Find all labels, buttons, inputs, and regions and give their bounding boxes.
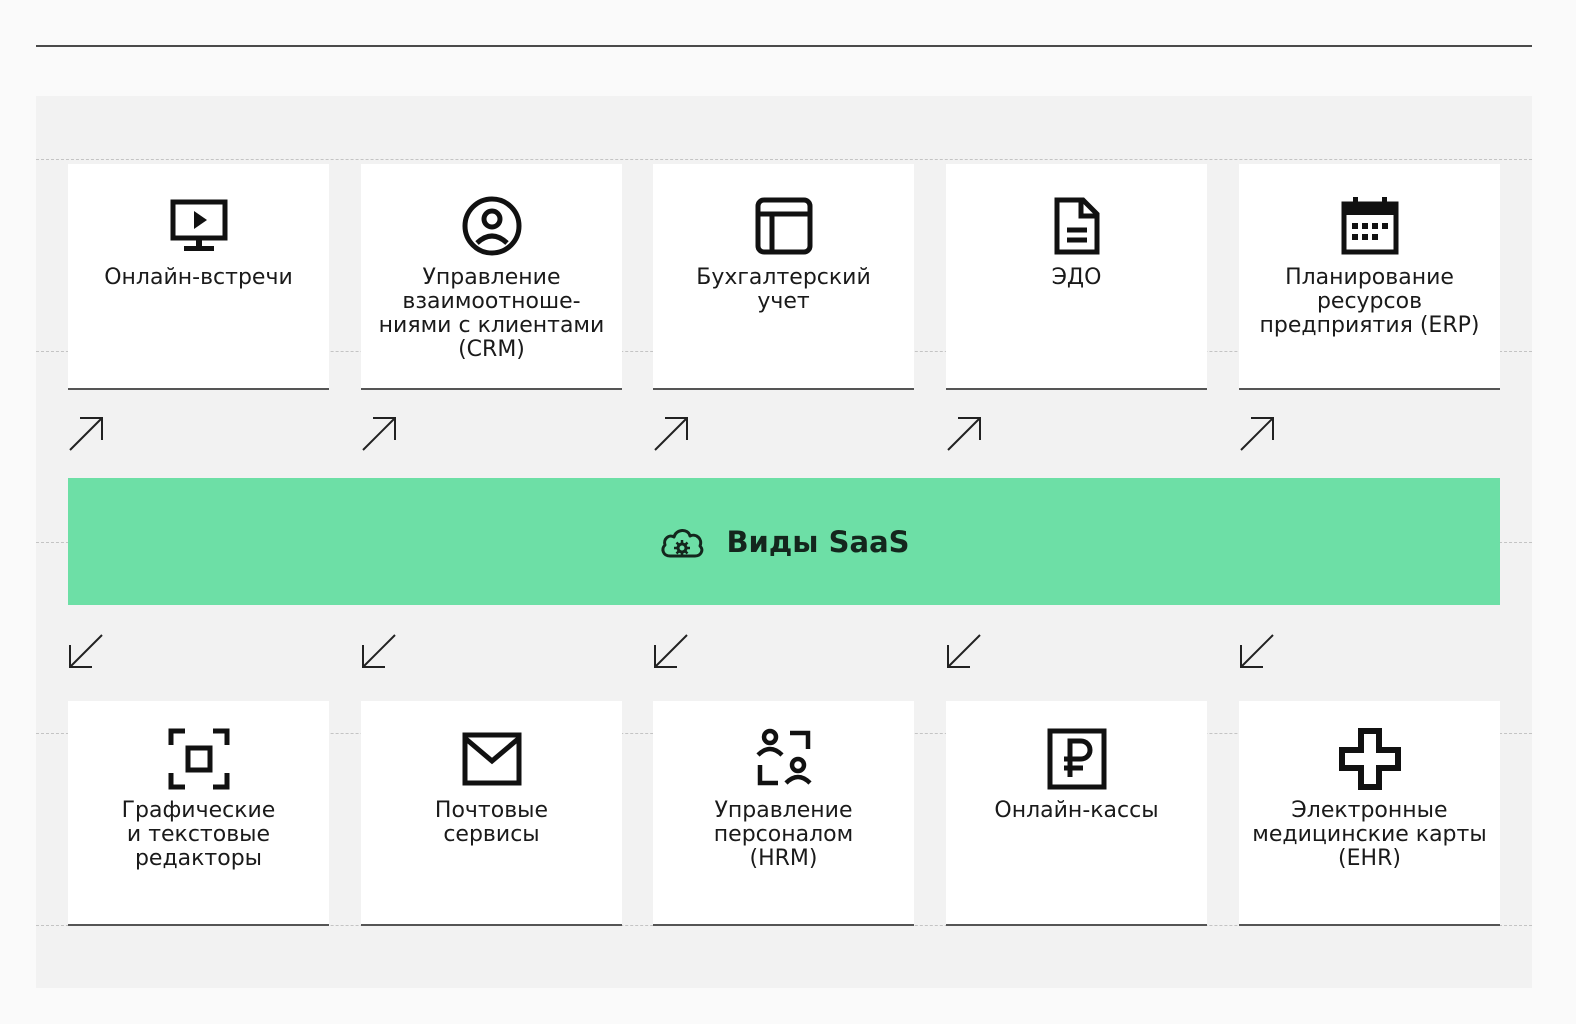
arrow-up-right-icon — [1240, 417, 1274, 451]
arrow-up-right-icon — [362, 417, 396, 451]
card-mail: Почтовые сервисы — [361, 701, 622, 926]
card-label: Графические и текстовые редакторы — [121, 798, 276, 871]
card-accounting: Бухгалтерский учет — [653, 164, 914, 390]
card-label: Планирование ресурсов предприятия (ERP) — [1259, 265, 1480, 338]
arrow-up-right-icon — [654, 417, 688, 451]
arrow-down-left-icon — [654, 634, 688, 668]
arrow-up-right-icon — [69, 417, 103, 451]
card-label: Управление персоналом (HRM) — [713, 798, 854, 871]
card-label: ЭДО — [1051, 265, 1102, 290]
banner-title: Виды SaaS — [726, 524, 910, 559]
monitor-play-icon — [170, 199, 227, 251]
card-online-cashier: Онлайн-кассы — [946, 701, 1207, 926]
arrow-up-right-icon — [947, 417, 981, 451]
cloud-gear-icon — [661, 528, 704, 557]
arrow-down-left-icon — [69, 634, 103, 668]
layout-grid-icon — [755, 197, 812, 255]
envelope-icon — [462, 732, 521, 786]
top-divider — [36, 45, 1532, 47]
card-label: Почтовые сервисы — [434, 798, 549, 847]
document-icon — [1054, 197, 1099, 255]
card-online-meetings: Онлайн-встречи — [68, 164, 329, 390]
card-editors: Графические и текстовые редакторы — [68, 701, 329, 926]
ruble-icon — [1047, 728, 1106, 790]
card-label: Бухгалтерский учет — [696, 265, 871, 314]
saas-diagram-panel: Онлайн-встречи Управление взаимоотноше- … — [36, 96, 1532, 988]
people-swap-icon — [755, 728, 812, 786]
focus-frame-icon — [168, 728, 229, 790]
saas-banner: Виды SaaS — [68, 478, 1500, 605]
arrow-down-left-icon — [947, 634, 981, 668]
card-label: Онлайн-кассы — [994, 798, 1159, 823]
card-label: Онлайн-встречи — [104, 265, 293, 290]
arrow-down-left-icon — [1240, 634, 1274, 668]
card-label: Управление взаимоотноше- ниями с клиента… — [378, 265, 605, 362]
user-circle-icon — [462, 196, 521, 256]
calendar-icon — [1341, 197, 1398, 255]
card-label: Электронные медицинские карты (EHR) — [1252, 798, 1487, 871]
card-edo: ЭДО — [946, 164, 1207, 390]
card-crm: Управление взаимоотноше- ниями с клиента… — [361, 164, 622, 390]
card-erp: Планирование ресурсов предприятия (ERP) — [1239, 164, 1500, 390]
medical-cross-icon — [1338, 728, 1401, 790]
card-ehr: Электронные медицинские карты (EHR) — [1239, 701, 1500, 926]
arrow-down-left-icon — [362, 634, 396, 668]
card-hrm: Управление персоналом (HRM) — [653, 701, 914, 926]
grid-line — [36, 159, 1532, 160]
